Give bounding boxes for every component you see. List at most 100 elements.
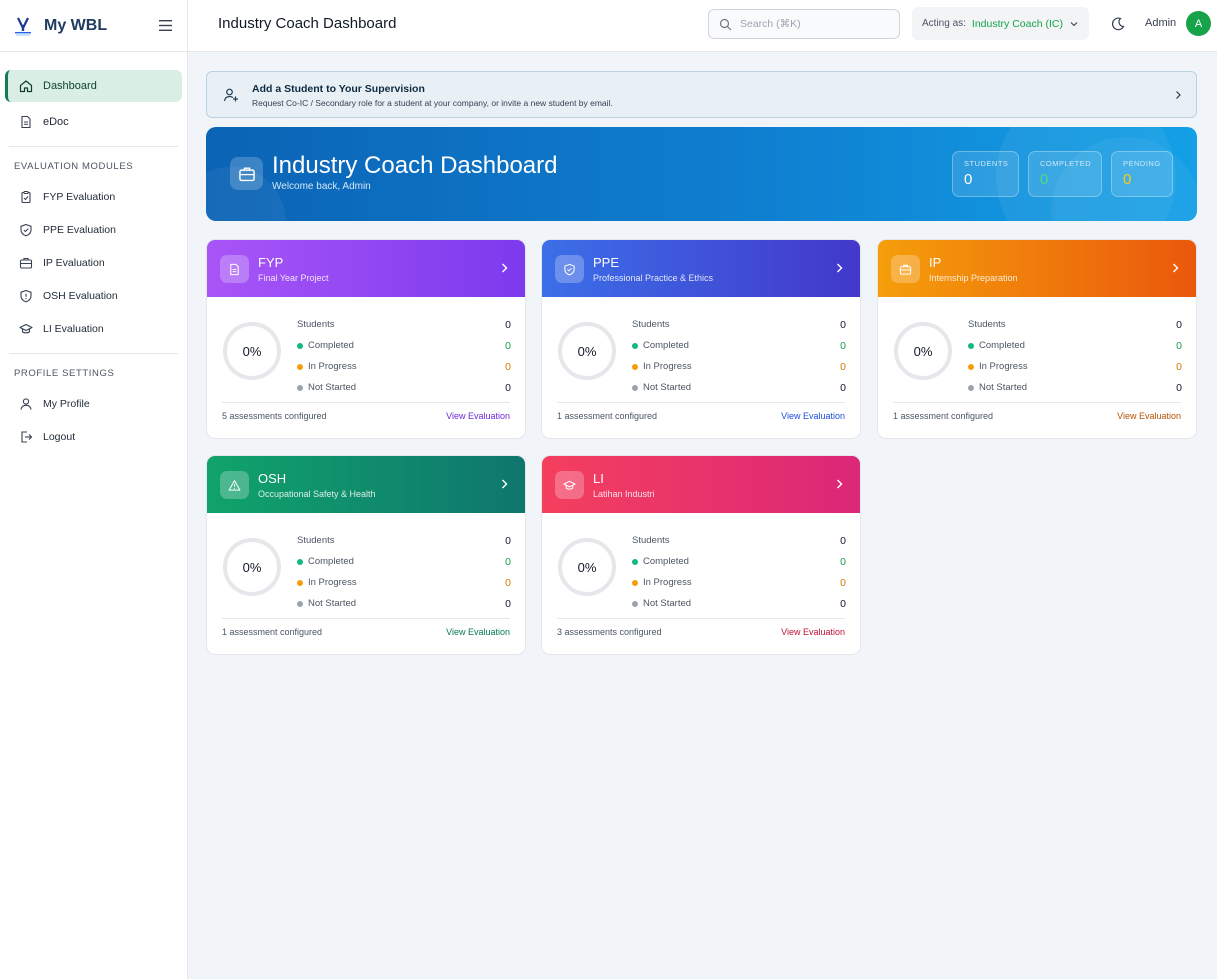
view-evaluation-link[interactable]: View Evaluation (781, 627, 845, 637)
sidebar-item-fyp-evaluation[interactable]: FYP Evaluation (5, 180, 182, 213)
module-name: Internship Preparation (929, 273, 1018, 283)
sidebar-item-osh-evaluation[interactable]: OSH Evaluation (5, 279, 182, 312)
stat-label: COMPLETED (1040, 159, 1092, 168)
banner-subtitle: Request Co-IC / Secondary role for a stu… (252, 98, 613, 108)
user-name[interactable]: Admin (1145, 17, 1176, 29)
role-selector[interactable]: Acting as: Industry Coach (IC) (912, 7, 1089, 40)
stat-label: In Progress (979, 361, 1028, 372)
stat-row-students: Students 0 (297, 314, 511, 335)
module-card-header[interactable]: IP Internship Preparation (878, 240, 1196, 297)
stat-label: Students (297, 535, 335, 546)
view-evaluation-link[interactable]: View Evaluation (446, 411, 510, 421)
sidebar-item-edoc[interactable]: eDoc (5, 106, 182, 138)
menu-toggle-button[interactable] (155, 16, 175, 36)
stat-value: 0 (1040, 171, 1049, 188)
search-box[interactable] (708, 9, 900, 39)
stat-value: 0 (505, 597, 511, 610)
stat-row-completed: Completed 0 (632, 335, 846, 356)
user-plus-icon (223, 88, 238, 102)
progress-percent: 0% (577, 559, 597, 575)
stat-value: 0 (1176, 339, 1182, 352)
sidebar-item-label: IP Evaluation (43, 256, 105, 269)
stat-value: 0 (1176, 360, 1182, 373)
sidebar-item-ppe-evaluation[interactable]: PPE Evaluation (5, 213, 182, 246)
brand-name: My WBL (44, 16, 108, 34)
stat-row-students: Students 0 (968, 314, 1182, 335)
progress-percent: 0% (242, 559, 262, 575)
stat-label: Not Started (308, 598, 357, 609)
module-stats: Students 0 Completed 0 In Progress 0 Not St… (297, 530, 511, 614)
stat-row-completed: Completed 0 (297, 335, 511, 356)
stat-value: 0 (505, 555, 511, 568)
sidebar-item-my-profile[interactable]: My Profile (5, 387, 182, 420)
chevron-right-icon (1173, 263, 1179, 273)
view-evaluation-link[interactable]: View Evaluation (781, 411, 845, 421)
card-footer: 1 assessment configured View Evaluation (557, 402, 845, 421)
stat-value: 0 (1176, 381, 1182, 394)
module-card-header[interactable]: FYP Final Year Project (207, 240, 525, 297)
stat-label: Not Started (643, 382, 692, 393)
status-dot (632, 558, 638, 565)
stat-row-in-progress: In Progress 0 (968, 356, 1182, 377)
card-icon (220, 255, 249, 283)
chevron-down-icon (1070, 21, 1078, 26)
avatar[interactable]: A (1186, 11, 1211, 36)
module-code: IP (929, 255, 942, 270)
stat-value: 0 (1123, 171, 1132, 188)
hamburger-icon (158, 20, 172, 31)
module-card-header[interactable]: OSH Occupational Safety & Health (207, 456, 525, 513)
role-value: Industry Coach (IC) (971, 17, 1063, 30)
stat-label: Completed (643, 556, 689, 567)
module-card-li: LI Latihan Industri 0% Students 0 Complet… (541, 455, 861, 655)
sidebar-item-logout[interactable]: Logout (5, 420, 182, 453)
stat-row-students: Students 0 (297, 530, 511, 551)
status-dot (297, 558, 303, 565)
stat-students: STUDENTS 0 (952, 151, 1019, 197)
module-card-ip: IP Internship Preparation 0% Students 0 C… (877, 239, 1197, 439)
stat-value: 0 (505, 339, 511, 352)
brand: My WBL (0, 0, 187, 52)
module-card-header[interactable]: PPE Professional Practice & Ethics (542, 240, 860, 297)
module-stats: Students 0 Completed 0 In Progress 0 Not St… (297, 314, 511, 398)
stat-value: 0 (840, 381, 846, 394)
chevron-right-icon (837, 479, 843, 489)
sidebar-item-dashboard[interactable]: Dashboard (5, 70, 182, 102)
status-dot (968, 363, 974, 370)
university-logo-icon (15, 17, 31, 35)
stat-label: Students (632, 319, 670, 330)
stat-label: Not Started (979, 382, 1028, 393)
module-code: LI (593, 471, 604, 486)
card-footer: 3 assessments configured View Evaluation (557, 618, 845, 637)
progress-percent: 0% (242, 343, 262, 359)
status-dot (632, 579, 638, 586)
top-bar: Industry Coach Dashboard Acting as: Indu… (188, 0, 1217, 52)
view-evaluation-link[interactable]: View Evaluation (1117, 411, 1181, 421)
module-code: FYP (258, 255, 284, 270)
sidebar-item-label: Logout (43, 430, 76, 443)
sidebar-item-li-evaluation[interactable]: LI Evaluation (5, 312, 182, 345)
stat-pending: PENDING 0 (1111, 151, 1173, 197)
module-stats: Students 0 Completed 0 In Progress 0 Not St… (632, 314, 846, 398)
stat-row-completed: Completed 0 (297, 551, 511, 572)
user-icon (20, 397, 32, 410)
module-name: Latihan Industri (593, 489, 655, 499)
briefcase-icon (238, 167, 255, 181)
divider (9, 146, 178, 147)
stat-row-completed: Completed 0 (632, 551, 846, 572)
moon-icon[interactable] (1110, 16, 1126, 32)
sidebar: My WBL Dashboard eDoc EVALUATION MODULES… (0, 0, 188, 979)
stat-row-not-started: Not Started 0 (968, 377, 1182, 398)
module-card-header[interactable]: LI Latihan Industri (542, 456, 860, 513)
progress-percent: 0% (913, 343, 933, 359)
sidebar-item-label: Dashboard (43, 80, 97, 92)
card-icon (220, 471, 249, 499)
view-evaluation-link[interactable]: View Evaluation (446, 627, 510, 637)
stat-label: Not Started (308, 382, 357, 393)
sidebar-item-ip-evaluation[interactable]: IP Evaluation (5, 246, 182, 279)
search-input[interactable] (740, 18, 880, 30)
stat-value: 0 (964, 171, 973, 188)
chevron-right-icon (502, 263, 508, 273)
warning-triangle-icon (228, 479, 241, 491)
add-student-banner[interactable]: Add a Student to Your Supervision Reques… (206, 71, 1197, 118)
assessments-configured: 1 assessment configured (893, 411, 994, 421)
